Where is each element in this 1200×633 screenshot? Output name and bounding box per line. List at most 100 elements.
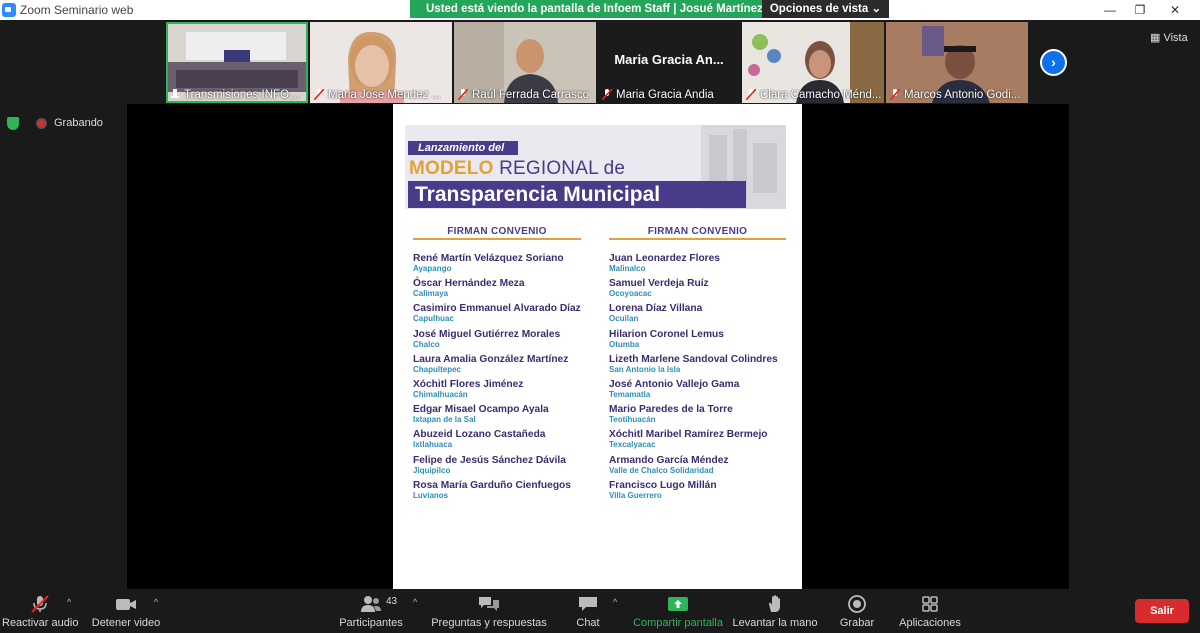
window-title: Zoom Seminario web [20,3,134,17]
signer-name: Samuel Verdeja Ruíz [609,278,709,290]
participant-name: Transmisiones INFOEM [184,89,306,101]
view-button[interactable]: ▦ Vista [1150,31,1188,44]
signer-name: Casimiro Emmanuel Alvarado Díaz [413,303,581,315]
zoom-window: Zoom Seminario web — ❐ ✕ Usted está vien… [0,0,1200,633]
signer-name: Óscar Hernández Meza [413,278,525,290]
close-button[interactable]: ✕ [1160,0,1190,20]
participant-name: Maria Jose Mendez ... [328,89,442,101]
signers-column-left: FIRMAN CONVENIO René Martín Velázquez So… [413,226,581,505]
share-screen-button[interactable]: Compartir pantalla [630,589,726,633]
raise-hand-icon [769,595,780,612]
unmute-audio-label: Reactivar audio [2,617,79,629]
signer-name: Juan Leonardez Flores [609,253,720,264]
list-item: Abuzeid Lozano Castañeda Ixtlahuaca [413,429,581,454]
apps-button[interactable]: Aplicaciones [896,589,964,633]
list-item: Xóchitl Maribel Ramírez Bermejo Texcalyac… [609,429,786,454]
view-options-button[interactable]: Opciones de vista ⌄ [762,0,889,18]
screen-share-banner: Usted está viendo la pantalla de Infoem … [410,0,762,18]
signer-municipality: San Antonio la Isla [609,364,681,374]
shared-document: Lanzamiento del MODELO REGIONAL de Trans… [393,104,802,589]
qa-bubbles-icon [479,597,499,611]
list-item: Edgar Misael Ocampo Ayala Ixtapan de la S… [413,404,581,429]
signer-name: José Miguel Gutiérrez Morales [413,328,561,340]
qa-label: Preguntas y respuestas [431,617,547,629]
signers-list: René Martín Velázquez Soriano Ayapango Ós… [413,253,581,505]
signer-name: Rosa María Garduño Cienfuegos [413,479,571,491]
signer-municipality: Ocuilan [609,314,639,324]
minimize-button[interactable]: — [1095,0,1125,20]
list-item: Lorena Díaz Villana Ocuilan [609,303,786,328]
signer-municipality: Jiquipilco [413,465,451,475]
signer-name: Felipe de Jesús Sánchez Dávila [413,454,566,466]
signer-municipality: Ocoyoacac [609,289,652,299]
signer-name: Edgar Misael Ocampo Ayala [413,404,549,416]
model-title-rest: REGIONAL de [493,158,626,179]
signer-municipality: Chalco [413,339,440,349]
document-header-banner: Lanzamiento del MODELO REGIONAL de Trans… [405,125,786,209]
participant-name: Maria Gracia Andia [616,89,714,101]
list-item: René Martín Velázquez Soriano Ayapango [413,253,581,278]
model-title: MODELO REGIONAL de [409,158,625,180]
list-item: Lizeth Marlene Sandoval Colindres San Ant… [609,354,786,379]
restore-button[interactable]: ❐ [1125,0,1155,20]
list-item: José Miguel Gutiérrez Morales Chalco [413,329,581,354]
participants-options-chevron-icon[interactable]: ^ [413,597,417,607]
security-shield-icon[interactable] [7,117,19,130]
video-thumbnail-clara[interactable]: Clara Camacho Ménd... [742,22,884,103]
signer-municipality: Capulhuac [413,314,454,324]
recording-icon [36,118,47,129]
muted-mic-icon [31,595,49,613]
leave-button[interactable]: Salir [1135,599,1189,623]
signer-name: José Antonio Vallejo Gama [609,378,740,390]
list-item: Hilarion Coronel Lemus Otumba [609,329,786,354]
signer-municipality: Chapultepec [413,364,462,374]
video-thumbnail-transmisiones[interactable]: Transmisiones INFOEM [166,22,308,103]
list-item: Juan Leonardez Flores Malinalco [609,253,786,278]
apps-icon [922,596,938,612]
video-thumbnail-maria-jose[interactable]: Maria Jose Mendez ... [310,22,452,103]
signer-municipality: Malinalco [609,264,646,273]
signer-municipality: Teotihuacán [609,415,656,425]
audio-options-chevron-icon[interactable]: ^ [67,597,71,607]
signer-name: Mario Paredes de la Torre [609,404,733,416]
video-thumbnail-marcos[interactable]: Marcos Antonio Godi... [886,22,1028,103]
zoom-logo-icon [2,3,16,17]
qa-button[interactable]: Preguntas y respuestas [430,589,548,633]
meeting-toolbar: Reactivar audio ^ Detener video ^ Partic… [0,589,1200,633]
video-thumbnail-raul[interactable]: Raúl Ferrada Carrasco [454,22,596,103]
signer-name: Laura Amalia González Martínez [413,353,569,365]
signer-name: Armando García Méndez [609,454,729,466]
participants-button[interactable]: Participantes [330,589,412,633]
signer-municipality: Ayapango [413,264,452,273]
video-camera-icon [116,599,136,610]
signer-municipality: Otumba [609,339,640,349]
signers-column-right: FIRMAN CONVENIO Juan Leonardez Flores Mal… [609,226,786,505]
video-thumbnail-maria-gracia[interactable]: Maria Gracia An... Maria Gracia Andia [598,22,740,103]
launch-label: Lanzamiento del [408,141,519,155]
list-item: Rosa María Garduño Cienfuegos Luvianos [413,480,581,505]
column-heading: FIRMAN CONVENIO [609,226,786,240]
record-icon [848,595,866,613]
record-button[interactable]: Grabar [834,589,880,633]
unmute-audio-button[interactable]: Reactivar audio [2,589,78,633]
list-item: Felipe de Jesús Sánchez Dávila Jiquipilco [413,455,581,480]
signer-name: Lizeth Marlene Sandoval Colindres [609,353,778,365]
signers-list: Juan Leonardez Flores Malinalco Samuel Ve… [609,253,786,505]
chat-button[interactable]: Chat [566,589,610,633]
participants-count: 43 [386,596,398,607]
participant-name: Clara Camacho Ménd... [760,89,882,101]
signer-name: René Martín Velázquez Soriano [413,253,564,264]
chat-options-chevron-icon[interactable]: ^ [613,597,617,607]
model-title-bold: MODELO [409,158,494,179]
raise-hand-label: Levantar la mano [732,617,818,629]
signer-name: Xóchitl Flores Jiménez [413,378,524,390]
column-heading: FIRMAN CONVENIO [413,226,581,240]
raise-hand-button[interactable]: Levantar la mano [730,589,820,633]
list-item: Casimiro Emmanuel Alvarado Díaz Capulhuac [413,303,581,328]
stop-video-button[interactable]: Detener video [88,589,164,633]
video-options-chevron-icon[interactable]: ^ [154,597,158,607]
signer-municipality: Villa Guerrero [609,490,662,500]
list-item: Mario Paredes de la Torre Teotihuacán [609,404,786,429]
next-page-arrow-icon[interactable]: › [1040,49,1067,76]
share-screen-icon [668,597,688,611]
